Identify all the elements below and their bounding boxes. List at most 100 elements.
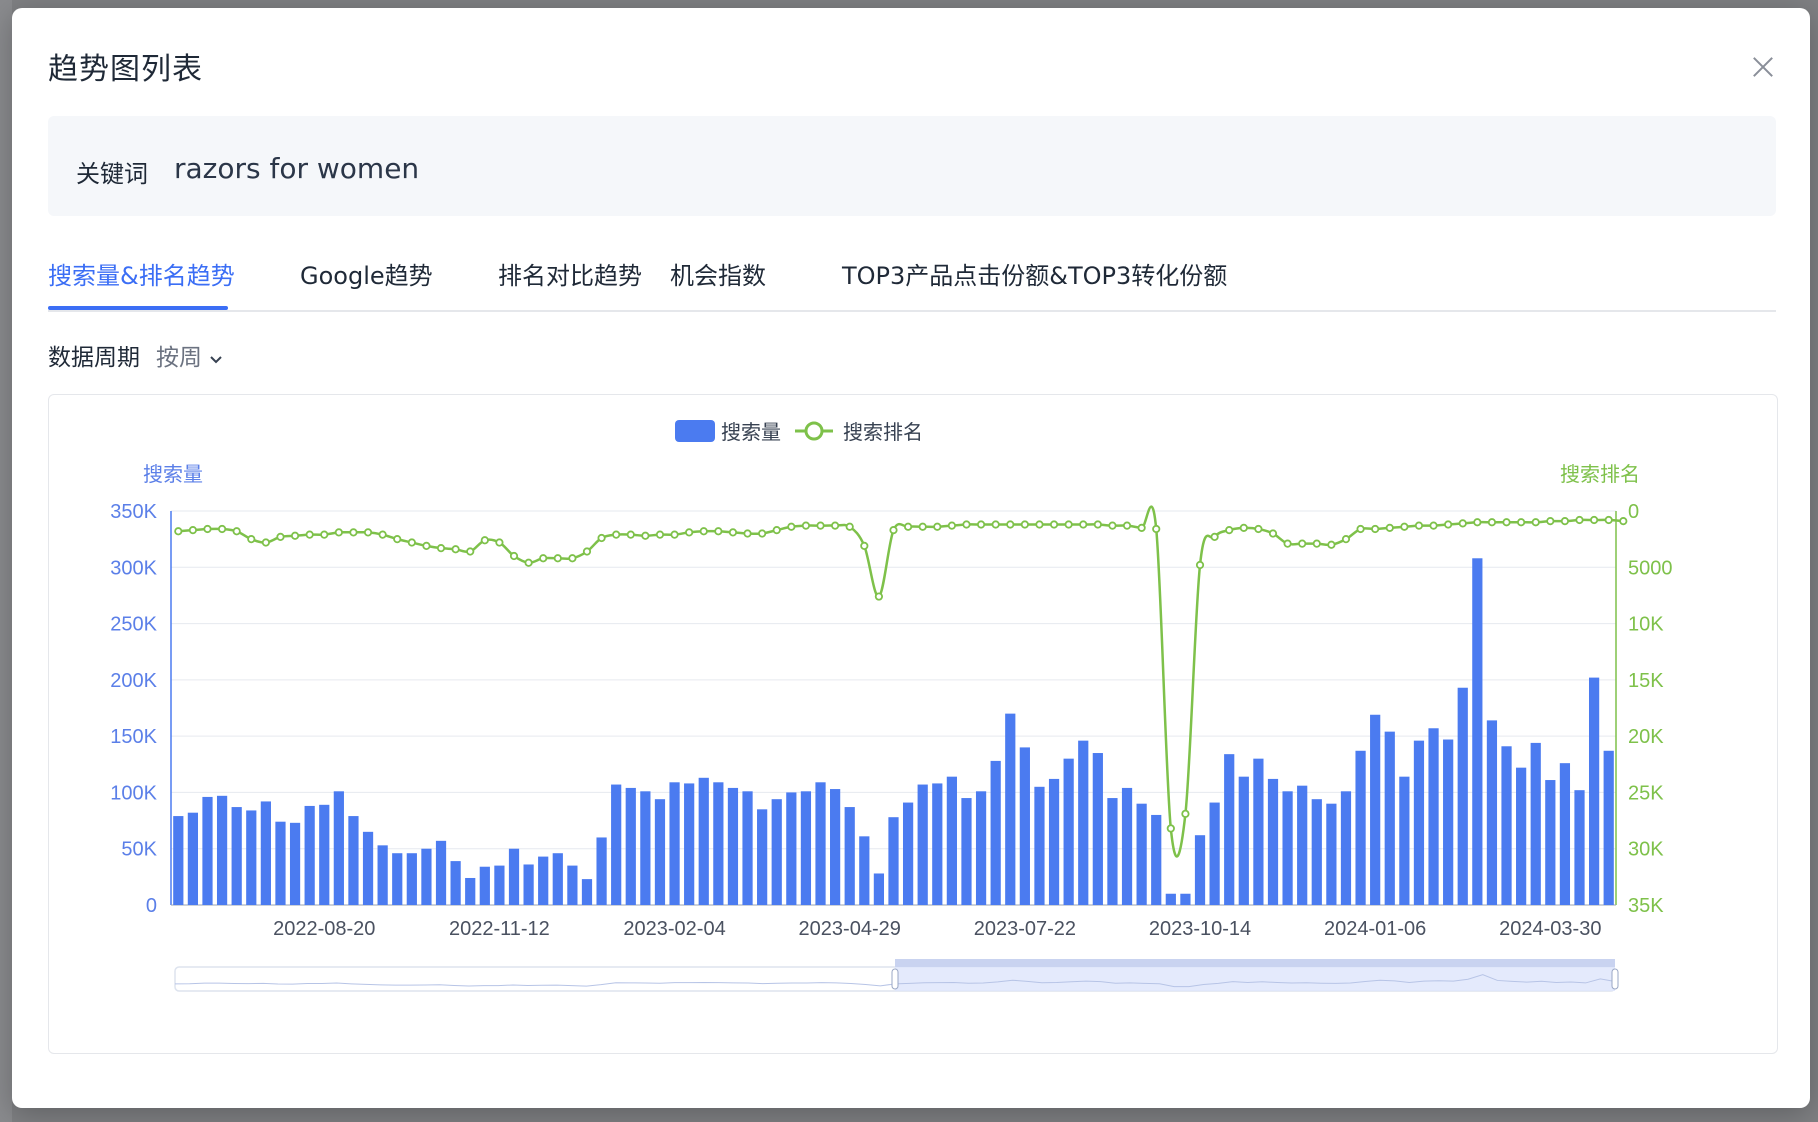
search-rank-point [758, 529, 767, 538]
search-volume-bar [1151, 814, 1162, 905]
search-volume-bar [275, 821, 286, 905]
search-volume-bar [757, 809, 768, 905]
zoom-slider-mover [895, 959, 1615, 967]
x-tick-label: 2023-10-14 [1149, 918, 1251, 940]
search-volume-bar [917, 784, 928, 905]
search-rank-point [1239, 523, 1248, 532]
search-volume-bar [1384, 731, 1395, 905]
y-right-tick-label: 25K [1628, 782, 1664, 804]
y-left-tick-label: 50K [121, 839, 157, 861]
search-rank-point [553, 554, 562, 563]
search-rank-point [1195, 560, 1205, 570]
search-rank-point [509, 551, 519, 561]
data-period-value: 按周 [156, 345, 202, 371]
search-volume-bar [465, 877, 476, 905]
search-rank-point [568, 554, 577, 563]
search-rank-point [655, 530, 665, 539]
search-volume-bar [946, 776, 957, 905]
search-volume-bar [333, 791, 344, 905]
search-volume-bar [1530, 742, 1541, 905]
search-rank-point [1181, 809, 1190, 818]
search-rank-point [1560, 517, 1570, 526]
search-volume-bar [975, 791, 987, 905]
search-rank-point [1225, 526, 1234, 535]
y-right-tick-label: 35K [1628, 895, 1664, 917]
search-volume-bar [611, 784, 622, 905]
search-rank-point [1487, 518, 1497, 527]
search-rank-point [451, 545, 460, 554]
search-rank-point [874, 592, 884, 601]
search-volume-bar [1501, 746, 1512, 905]
search-rank-point [1254, 524, 1263, 534]
search-rank-point [612, 530, 621, 539]
search-rank-point [1108, 521, 1117, 530]
search-rank-point [1312, 539, 1321, 548]
search-volume-bar [1078, 740, 1089, 905]
search-rank-point [1298, 539, 1307, 548]
search-volume-bar [392, 853, 403, 905]
search-volume-bar [479, 866, 490, 905]
active-tab-indicator [48, 306, 228, 310]
search-volume-bar [1282, 791, 1293, 905]
search-volume-bar [1224, 754, 1235, 905]
search-rank-point [743, 529, 752, 538]
search-rank-point [1341, 535, 1351, 544]
y-left-tick-label: 350K [110, 501, 157, 523]
search-rank-point [247, 535, 256, 544]
search-rank-point [831, 521, 840, 530]
search-volume-bar [1165, 893, 1176, 905]
x-tick-label: 2023-07-22 [974, 918, 1076, 940]
legend-label-rank: 搜索排名 [843, 421, 923, 444]
search-volume-bar [508, 848, 520, 905]
search-rank-point [1385, 523, 1394, 532]
search-rank-point [1035, 520, 1044, 529]
search-volume-bar [1574, 790, 1585, 905]
search-volume-bar [859, 836, 870, 905]
search-volume-bar [1063, 758, 1074, 905]
search-volume-bar [815, 782, 826, 905]
search-rank-point [305, 530, 314, 539]
search-volume-bar [1194, 835, 1206, 905]
search-volume-bar [581, 879, 593, 905]
search-volume-bar [1326, 803, 1337, 905]
search-rank-point [582, 547, 592, 556]
x-tick-label: 2023-04-29 [799, 918, 901, 940]
search-rank-point [1429, 521, 1438, 530]
search-rank-point [947, 521, 956, 530]
y-right-tick-label: 30K [1628, 839, 1664, 861]
search-volume-bar [552, 853, 563, 905]
search-rank-point [349, 528, 358, 537]
search-rank-point [860, 541, 869, 550]
keyword-panel: 关键词 razors for women [48, 116, 1776, 216]
search-rank-point [320, 530, 329, 539]
search-volume-bar [1034, 786, 1045, 905]
search-rank-point [597, 533, 606, 543]
search-volume-bar [362, 831, 374, 905]
search-volume-bar [1209, 802, 1220, 905]
search-rank-point [918, 522, 927, 531]
search-volume-bar [1399, 776, 1410, 905]
search-volume-bar [713, 782, 724, 905]
data-period-select[interactable]: 按周 [156, 338, 224, 372]
search-rank-point [903, 522, 913, 531]
search-volume-bar [260, 801, 271, 905]
search-volume-bar [1443, 739, 1454, 905]
search-volume-bar [961, 798, 972, 905]
close-icon[interactable] [1746, 50, 1780, 84]
search-volume-bar [727, 787, 739, 905]
tab-search-volume-rank[interactable]: 搜索量&排名趋势 [48, 256, 235, 291]
search-rank-point [728, 528, 738, 537]
search-volume-bar [1238, 776, 1249, 905]
search-rank-point [1006, 520, 1015, 529]
legend-swatch-rank-marker [804, 421, 824, 441]
search-volume-bar [1472, 558, 1483, 905]
tab-top3-share[interactable]: TOP3产品点击份额&TOP3转化份额 [842, 256, 1227, 291]
search-rank-point [174, 527, 183, 536]
trend-chart-modal: 趋势图列表 关键词 razors for women 搜索量&排名趋势 Goog… [12, 8, 1810, 1108]
zoom-handle-right [1611, 968, 1619, 990]
search-volume-bar [1092, 753, 1103, 905]
tab-rank-compare[interactable]: 排名对比趋势 [498, 256, 642, 291]
y-left-tick-label: 0 [146, 895, 157, 917]
tab-google-trends[interactable]: Google趋势 [300, 256, 433, 291]
tab-opportunity-index[interactable]: 机会指数 [670, 256, 766, 291]
